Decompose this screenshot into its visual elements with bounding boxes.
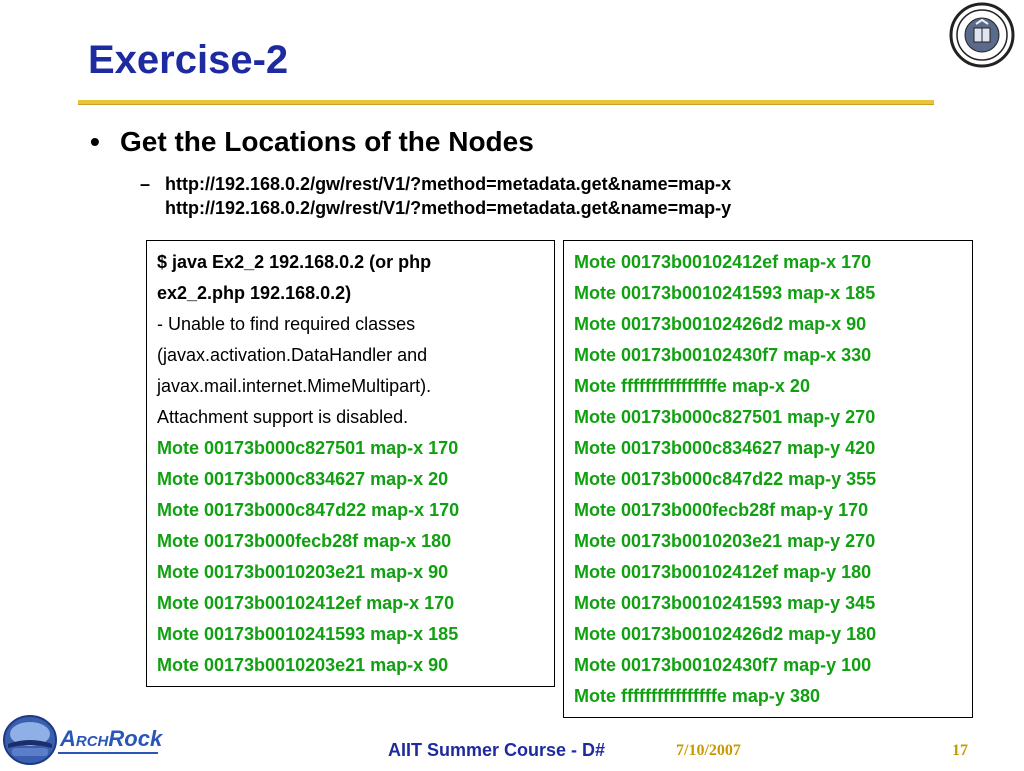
result-line: Mote 00173b000c847d22 map-x 170: [157, 500, 460, 520]
result-line: Mote 00173b00102426d2 map-x 90: [574, 314, 867, 334]
left-output-box: $ java Ex2_2 192.168.0.2 (or php ex2_2.p…: [146, 240, 555, 687]
slide-title: Exercise-2: [88, 38, 289, 82]
title-divider: [78, 100, 934, 105]
result-line: Mote 00173b000c834627 map-x 20: [157, 469, 449, 489]
result-line: Mote 00173b000fecb28f map-x 180: [157, 531, 452, 551]
logo-underline: [58, 752, 158, 754]
command-line: $ java Ex2_2 192.168.0.2 (or php: [157, 252, 432, 272]
result-line: Mote 00173b0010241593 map-x 185: [157, 624, 459, 644]
command-line: ex2_2.php 192.168.0.2): [157, 283, 352, 303]
main-bullet-text: Get the Locations of the Nodes: [120, 126, 534, 157]
result-line: Mote ffffffffffffffffe map-x 20: [574, 376, 810, 396]
result-line: Mote 00173b0010241593 map-x 185: [574, 283, 876, 303]
page-number: 17: [952, 742, 968, 759]
url-map-y: http://192.168.0.2/gw/rest/V1/?method=me…: [165, 198, 732, 218]
result-line: Mote 00173b0010241593 map-y 345: [574, 593, 876, 613]
result-line: Mote 00173b000c847d22 map-y 355: [574, 469, 877, 489]
result-line: Mote 00173b000c827501 map-x 170: [157, 438, 459, 458]
result-line: Mote 00173b000c834627 map-y 420: [574, 438, 876, 458]
footer-date: 7/10/2007: [676, 742, 741, 759]
warning-line: (javax.activation.DataHandler and: [157, 345, 428, 365]
result-line: Mote 00173b000c827501 map-y 270: [574, 407, 876, 427]
result-line: Mote 00173b0010203e21 map-y 270: [574, 531, 876, 551]
logo-rock-text: Rock: [108, 726, 163, 751]
sub-bullet-marker: –: [140, 174, 151, 194]
warning-line: - Unable to find required classes: [157, 314, 416, 334]
archrock-emblem-icon: [3, 715, 57, 765]
result-line: Mote 00173b00102430f7 map-x 330: [574, 345, 872, 365]
main-bullet: • Get the Locations of the Nodes: [90, 126, 534, 158]
warning-line: javax.mail.internet.MimeMultipart).: [157, 376, 432, 396]
right-output-box: Mote 00173b00102412ef map-x 170 Mote 001…: [563, 240, 973, 718]
footer-course: AIIT Summer Course - D#: [388, 740, 606, 760]
university-seal-icon: [949, 2, 1015, 68]
archrock-wordmark: ArchRock: [60, 726, 162, 752]
result-line: Mote 00173b00102426d2 map-y 180: [574, 624, 877, 644]
result-line: Mote 00173b000fecb28f map-y 170: [574, 500, 869, 520]
result-line: Mote 00173b00102412ef map-x 170: [574, 252, 872, 272]
archrock-logo: ArchRock: [2, 712, 172, 766]
result-line: Mote 00173b0010203e21 map-x 90: [157, 655, 449, 675]
result-line: Mote 00173b00102412ef map-x 170: [157, 593, 455, 613]
result-line: Mote ffffffffffffffffe map-y 380: [574, 686, 820, 706]
bullet-marker: •: [90, 126, 100, 157]
result-line: Mote 00173b00102412ef map-y 180: [574, 562, 872, 582]
logo-arch-text: Arch: [60, 726, 109, 751]
warning-line: Attachment support is disabled.: [157, 407, 409, 427]
result-line: Mote 00173b00102430f7 map-y 100: [574, 655, 872, 675]
url-map-x: http://192.168.0.2/gw/rest/V1/?method=me…: [165, 174, 732, 194]
result-line: Mote 00173b0010203e21 map-x 90: [157, 562, 449, 582]
